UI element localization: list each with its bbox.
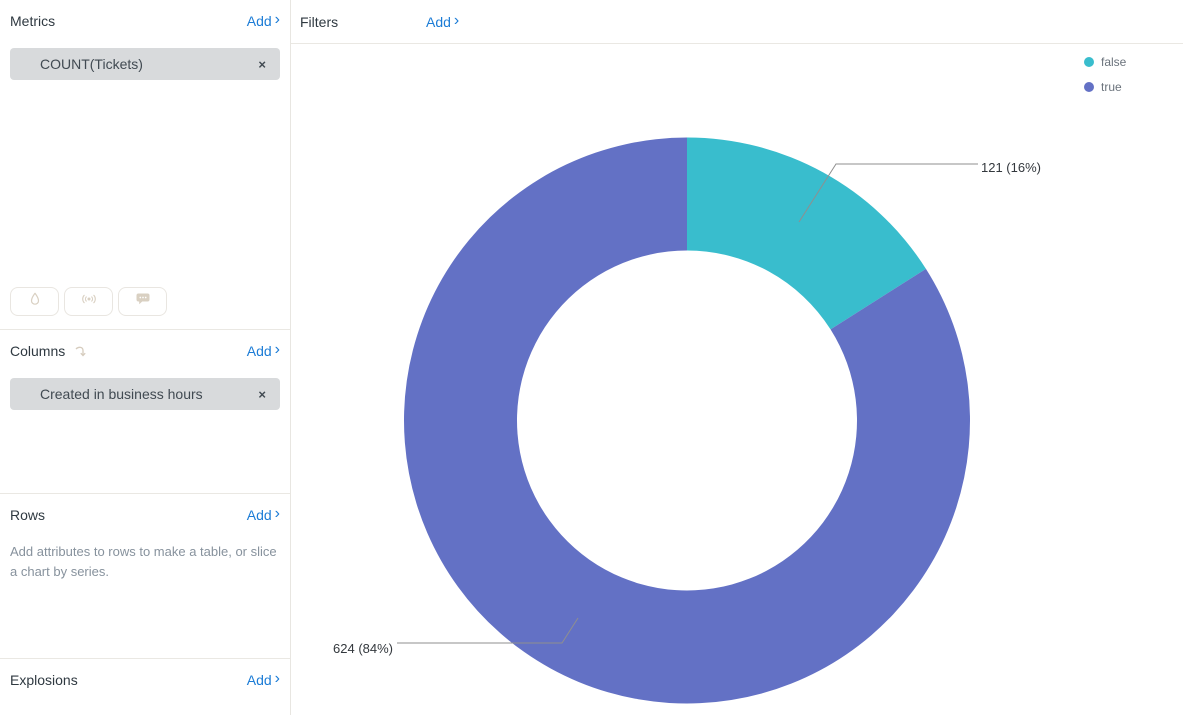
columns-section: Columns Add › Created in business hours …: [0, 330, 290, 494]
chevron-right-icon: ›: [454, 14, 459, 28]
filters-bar: Filters Add ›: [291, 0, 1183, 44]
rows-add-button[interactable]: Add ›: [247, 507, 280, 523]
sidebar: Metrics Add › COUNT(Tickets) ×: [0, 0, 291, 715]
chart-area: 121 (16%) 624 (84%) false true: [291, 44, 1183, 715]
chart-legend: false true: [1084, 49, 1126, 99]
explosions-add-button[interactable]: Add ›: [247, 672, 280, 688]
pivot-arrow-icon[interactable]: [73, 343, 89, 359]
data-label: 121 (16%): [981, 160, 1041, 175]
metric-tools: [10, 287, 167, 316]
columns-add-button[interactable]: Add ›: [247, 343, 280, 359]
metric-forecast-button[interactable]: [64, 287, 113, 316]
chevron-right-icon: ›: [275, 507, 280, 521]
legend-swatch: [1084, 82, 1094, 92]
metrics-section: Metrics Add › COUNT(Tickets) ×: [0, 0, 290, 330]
droplet-icon: [27, 291, 43, 312]
rows-section: Rows Add › Add attributes to rows to mak…: [0, 494, 290, 659]
legend-label: false: [1101, 55, 1126, 69]
metrics-add-button[interactable]: Add ›: [247, 13, 280, 29]
chevron-right-icon: ›: [275, 343, 280, 357]
chip-label: Created in business hours: [40, 386, 258, 402]
legend-swatch: [1084, 57, 1094, 67]
metric-format-button[interactable]: [10, 287, 59, 316]
metric-chip[interactable]: COUNT(Tickets) ×: [10, 48, 280, 80]
broadcast-icon: [79, 291, 99, 312]
explore-query-builder: Metrics Add › COUNT(Tickets) ×: [0, 0, 1183, 715]
chat-bubble-icon: [134, 291, 152, 312]
explosions-title: Explosions: [10, 672, 78, 688]
chart-panel: Filters Add › 121 (16%) 624 (84%) false tr…: [291, 0, 1183, 715]
donut-chart: 121 (16%) 624 (84%): [291, 44, 1183, 715]
chevron-right-icon: ›: [275, 672, 280, 686]
filters-title: Filters: [300, 14, 426, 30]
add-label: Add: [247, 13, 272, 29]
data-label: 624 (84%): [333, 641, 393, 656]
remove-chip-icon[interactable]: ×: [258, 388, 266, 401]
add-label: Add: [426, 14, 451, 30]
rows-empty-hint: Add attributes to rows to make a table, …: [10, 542, 280, 582]
metrics-title: Metrics: [10, 13, 55, 29]
columns-title: Columns: [10, 343, 65, 359]
chevron-right-icon: ›: [275, 13, 280, 27]
rows-title: Rows: [10, 507, 45, 523]
legend-label: true: [1101, 80, 1122, 94]
remove-chip-icon[interactable]: ×: [258, 58, 266, 71]
filters-add-button[interactable]: Add ›: [426, 14, 459, 30]
chip-label: COUNT(Tickets): [40, 56, 258, 72]
legend-item-false[interactable]: false: [1084, 49, 1126, 74]
metric-annotation-button[interactable]: [118, 287, 167, 316]
add-label: Add: [247, 343, 272, 359]
add-label: Add: [247, 507, 272, 523]
column-chip[interactable]: Created in business hours ×: [10, 378, 280, 410]
legend-item-true[interactable]: true: [1084, 74, 1126, 99]
explosions-section: Explosions Add ›: [0, 659, 290, 715]
add-label: Add: [247, 672, 272, 688]
